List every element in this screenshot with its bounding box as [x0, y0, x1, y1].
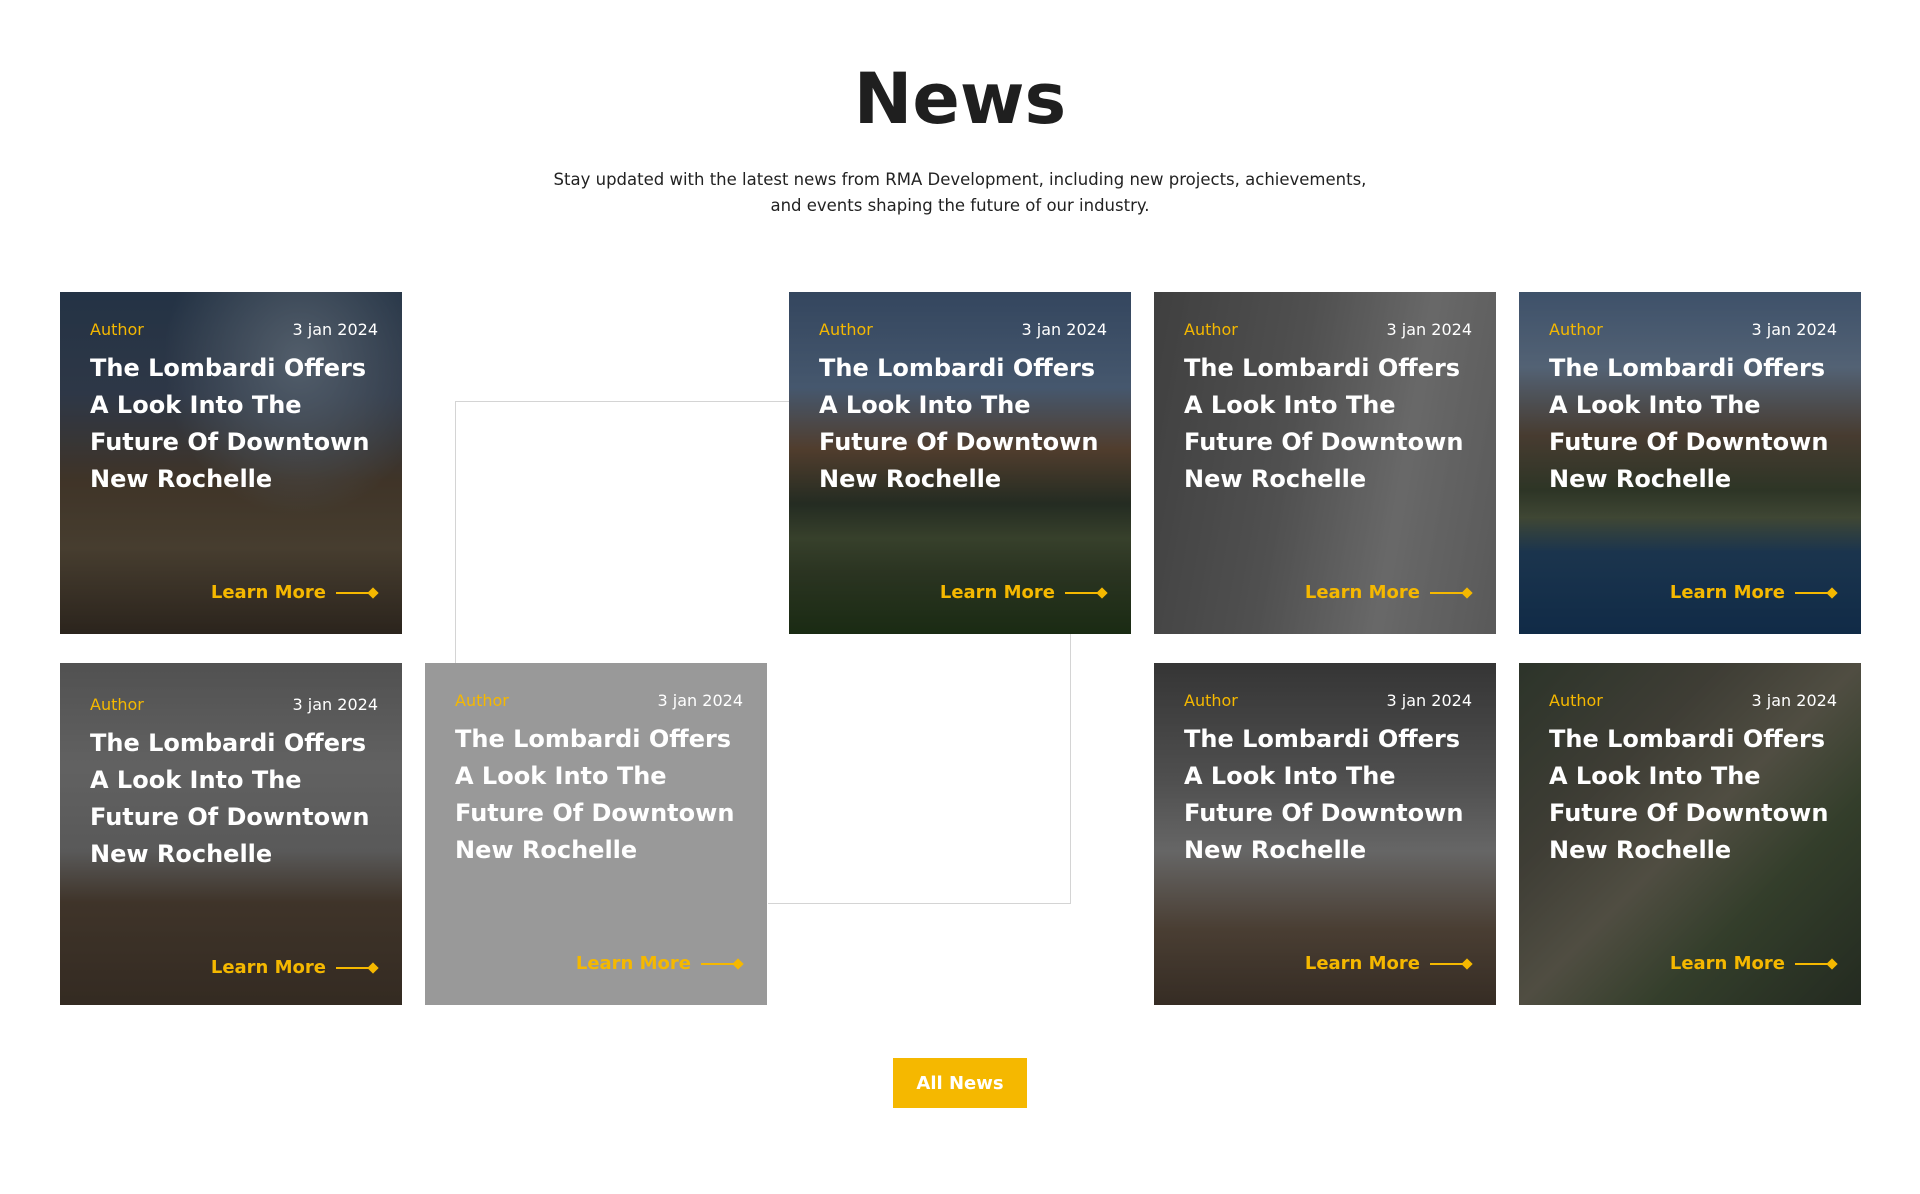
arrow-right-icon [1795, 957, 1838, 970]
card-author: Author [90, 695, 144, 714]
arrow-right-icon [1065, 586, 1108, 599]
card-author: Author [819, 320, 873, 339]
arrow-right-icon [1795, 586, 1838, 599]
learn-more-label: Learn More [1669, 582, 1785, 603]
learn-more-label: Learn More [1304, 582, 1420, 603]
news-card[interactable]: Author 3 jan 2024 The Lombardi Offers A … [789, 292, 1131, 634]
learn-more-link[interactable]: Learn More [575, 953, 744, 974]
learn-more-link[interactable]: Learn More [939, 582, 1108, 603]
card-headline: The Lombardi Offers A Look Into The Futu… [1549, 725, 1829, 864]
card-headline: The Lombardi Offers A Look Into The Futu… [1549, 354, 1829, 493]
arrow-right-icon [1430, 957, 1473, 970]
news-card[interactable]: Author 3 jan 2024 The Lombardi Offers A … [60, 663, 402, 1005]
card-headline: The Lombardi Offers A Look Into The Futu… [1184, 725, 1464, 864]
arrow-right-icon [336, 586, 379, 599]
learn-more-link[interactable]: Learn More [1304, 953, 1473, 974]
card-headline: The Lombardi Offers A Look Into The Futu… [819, 354, 1099, 493]
page-subtitle: Stay updated with the latest news from R… [553, 170, 1367, 215]
learn-more-label: Learn More [1669, 953, 1785, 974]
learn-more-label: Learn More [1304, 953, 1420, 974]
decorative-frame-bottom [768, 634, 1071, 904]
learn-more-label: Learn More [575, 953, 691, 974]
all-news-button[interactable]: All News [893, 1058, 1027, 1108]
learn-more-link[interactable]: Learn More [210, 957, 379, 978]
card-author: Author [1549, 320, 1603, 339]
card-author: Author [1184, 320, 1238, 339]
card-date: 3 jan 2024 [292, 320, 378, 339]
card-date: 3 jan 2024 [1021, 320, 1107, 339]
decorative-frame-top [455, 401, 795, 666]
card-headline: The Lombardi Offers A Look Into The Futu… [90, 729, 370, 868]
card-date: 3 jan 2024 [292, 695, 378, 714]
arrow-right-icon [336, 961, 379, 974]
news-card[interactable]: Author 3 jan 2024 The Lombardi Offers A … [60, 292, 402, 634]
card-date: 3 jan 2024 [1751, 320, 1837, 339]
card-author: Author [90, 320, 144, 339]
news-card[interactable]: Author 3 jan 2024 The Lombardi Offers A … [1519, 292, 1861, 634]
news-section: News Stay updated with the latest news f… [0, 0, 1920, 1194]
learn-more-link[interactable]: Learn More [210, 582, 379, 603]
learn-more-link[interactable]: Learn More [1304, 582, 1473, 603]
card-date: 3 jan 2024 [1386, 691, 1472, 710]
news-card[interactable]: Author 3 jan 2024 The Lombardi Offers A … [1154, 663, 1496, 1005]
arrow-right-icon [701, 957, 744, 970]
card-author: Author [1549, 691, 1603, 710]
learn-more-link[interactable]: Learn More [1669, 953, 1838, 974]
news-card[interactable]: Author 3 jan 2024 The Lombardi Offers A … [1154, 292, 1496, 634]
learn-more-label: Learn More [939, 582, 1055, 603]
page-title: News [853, 58, 1067, 140]
card-date: 3 jan 2024 [657, 691, 743, 710]
card-headline: The Lombardi Offers A Look Into The Futu… [1184, 354, 1464, 493]
arrow-right-icon [1430, 586, 1473, 599]
learn-more-link[interactable]: Learn More [1669, 582, 1838, 603]
card-date: 3 jan 2024 [1386, 320, 1472, 339]
card-author: Author [1184, 691, 1238, 710]
learn-more-label: Learn More [210, 582, 326, 603]
card-date: 3 jan 2024 [1751, 691, 1837, 710]
news-card[interactable]: Author 3 jan 2024 The Lombardi Offers A … [425, 663, 767, 1005]
learn-more-label: Learn More [210, 957, 326, 978]
news-card[interactable]: Author 3 jan 2024 The Lombardi Offers A … [1519, 663, 1861, 1005]
card-headline: The Lombardi Offers A Look Into The Futu… [455, 725, 735, 864]
card-author: Author [455, 691, 509, 710]
card-headline: The Lombardi Offers A Look Into The Futu… [90, 354, 370, 493]
